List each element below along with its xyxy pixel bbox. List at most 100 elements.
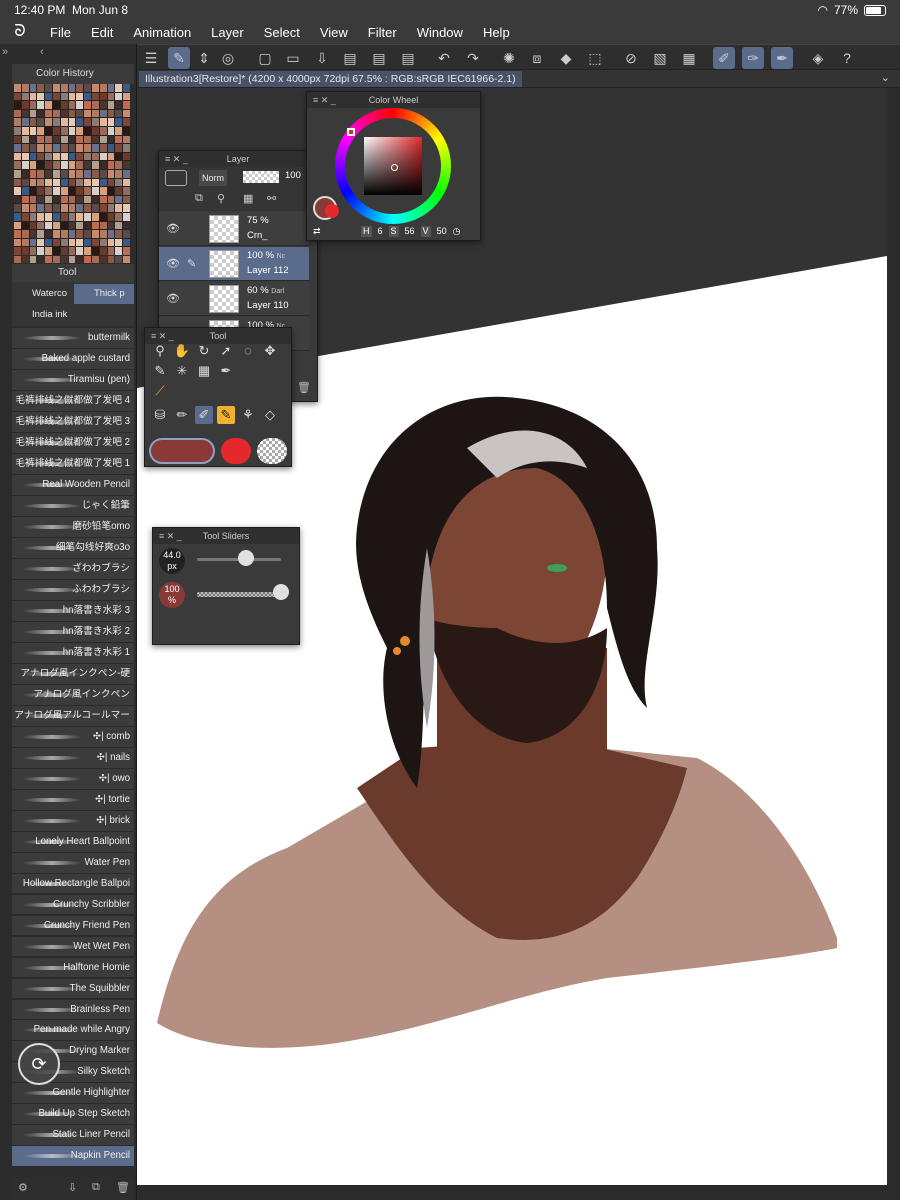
brush-list-item[interactable]: 毛裤排线之僦都做了发吧 2 xyxy=(12,432,134,454)
color-history-swatch[interactable] xyxy=(123,126,130,135)
color-history-swatch[interactable] xyxy=(68,144,76,152)
brush-list-item[interactable]: buttermilk xyxy=(12,328,134,349)
brush-list-item[interactable]: 毛裤排线之僦都做了发吧 3 xyxy=(12,411,134,433)
color-history-swatch[interactable] xyxy=(21,221,29,230)
color-history-swatch[interactable] xyxy=(92,169,99,178)
g-pen-tool-icon[interactable]: ✎ xyxy=(217,406,235,424)
subtool-india-ink[interactable]: India ink xyxy=(12,305,72,325)
color-history-swatch[interactable] xyxy=(68,169,76,178)
color-history-swatch[interactable] xyxy=(123,195,130,204)
color-history-swatch[interactable] xyxy=(21,230,29,238)
color-history-swatch[interactable] xyxy=(53,212,60,221)
color-history-swatch[interactable] xyxy=(29,169,37,178)
brush-pen-icon[interactable]: ✐ xyxy=(713,47,735,69)
brush-list-item[interactable]: ✣| tortie xyxy=(12,789,134,811)
color-history-swatch[interactable] xyxy=(92,238,99,247)
color-history-swatch[interactable] xyxy=(107,221,115,230)
color-history-swatch[interactable] xyxy=(99,135,107,144)
color-history-swatch[interactable] xyxy=(60,221,68,230)
brush-list-item[interactable]: hn落書き水彩 2 xyxy=(12,621,134,643)
color-history-swatch[interactable] xyxy=(115,178,123,187)
show-selection-icon[interactable]: ▦ xyxy=(678,47,700,69)
new-file-icon[interactable]: ▢ xyxy=(254,47,276,69)
brush-list-item[interactable]: Lonely Heart Ballpoint xyxy=(12,831,134,853)
color-history-header[interactable]: Color History xyxy=(12,64,134,84)
move-icon[interactable]: ✥ xyxy=(261,342,279,360)
color-history-swatch[interactable] xyxy=(45,204,52,212)
color-history-swatch[interactable] xyxy=(60,109,68,118)
color-history-swatch[interactable] xyxy=(53,247,60,255)
color-history-swatch[interactable] xyxy=(76,161,84,169)
color-history-swatch[interactable] xyxy=(14,221,21,230)
color-history-swatch[interactable] xyxy=(115,221,123,230)
color-history-swatch[interactable] xyxy=(45,221,52,230)
tool-tab-bar[interactable]: Tool xyxy=(12,264,134,282)
color-history-swatch[interactable] xyxy=(107,204,115,212)
color-history-swatch[interactable] xyxy=(68,92,76,101)
color-history-swatch[interactable] xyxy=(53,195,60,204)
color-history-swatch[interactable] xyxy=(60,84,68,92)
color-history-swatch[interactable] xyxy=(123,204,130,212)
color-history-swatch[interactable] xyxy=(107,178,115,187)
color-history-swatch[interactable] xyxy=(37,118,45,126)
color-history-swatch[interactable] xyxy=(21,126,29,135)
color-history-swatch[interactable] xyxy=(115,101,123,109)
color-history-swatch[interactable] xyxy=(37,230,45,238)
color-history-swatch[interactable] xyxy=(84,178,91,187)
color-history-swatch[interactable] xyxy=(115,161,123,169)
color-history-swatch[interactable] xyxy=(92,178,99,187)
lasso-icon[interactable]: ◌ xyxy=(239,342,257,360)
color-history-swatch[interactable] xyxy=(53,169,60,178)
opacity-slider[interactable] xyxy=(243,171,279,183)
color-history-swatch[interactable] xyxy=(60,195,68,204)
swap-icon[interactable]: ⇄ xyxy=(313,226,335,237)
sub-color-swatch[interactable] xyxy=(325,204,339,218)
color-history-swatch[interactable] xyxy=(123,212,130,221)
pencil-tool-icon[interactable]: ✐ xyxy=(195,406,213,424)
color-history-swatch[interactable] xyxy=(84,221,91,230)
color-history-swatch[interactable] xyxy=(68,101,76,109)
color-history-swatch[interactable] xyxy=(115,144,123,152)
color-history-swatch[interactable] xyxy=(115,187,123,195)
color-history-swatch[interactable] xyxy=(92,221,99,230)
color-history-swatch[interactable] xyxy=(92,144,99,152)
color-history-swatch[interactable] xyxy=(76,187,84,195)
color-history-swatch[interactable] xyxy=(53,101,60,109)
trash-icon[interactable]: 🗑 xyxy=(116,1181,130,1194)
color-history-swatch[interactable] xyxy=(37,109,45,118)
brush-list-item[interactable]: Halftone Homie xyxy=(12,957,134,979)
color-history-swatch[interactable] xyxy=(53,84,60,92)
color-history-swatch[interactable] xyxy=(21,212,29,221)
color-history-swatch[interactable] xyxy=(29,144,37,152)
brush-line-icon[interactable]: ✒ xyxy=(771,47,793,69)
color-history-swatch[interactable] xyxy=(84,212,91,221)
color-history-swatch[interactable] xyxy=(115,92,123,101)
fill-icon[interactable]: ◆ xyxy=(555,47,577,69)
color-history-swatch[interactable] xyxy=(92,161,99,169)
color-history-swatch[interactable] xyxy=(14,187,21,195)
color-history-swatch[interactable] xyxy=(14,152,21,161)
back-arrow-icon[interactable]: ‹ xyxy=(40,46,44,58)
color-history-swatch[interactable] xyxy=(14,101,21,109)
color-history-swatch[interactable] xyxy=(45,178,52,187)
color-history-swatch[interactable] xyxy=(123,135,130,144)
color-history-swatch[interactable] xyxy=(45,84,52,92)
color-history-swatch[interactable] xyxy=(68,204,76,212)
color-history-swatch[interactable] xyxy=(115,255,123,264)
color-history-swatch[interactable] xyxy=(60,161,68,169)
color-history-swatch[interactable] xyxy=(99,126,107,135)
brush-list-item[interactable]: 毛裤排线之僦都做了发吧 4 xyxy=(12,390,134,412)
color-history-swatch[interactable] xyxy=(76,135,84,144)
clear-icon[interactable]: ⧈ xyxy=(526,47,548,69)
color-history-swatch[interactable] xyxy=(45,118,52,126)
color-history-swatch[interactable] xyxy=(21,255,29,264)
color-history-swatch[interactable] xyxy=(123,187,130,195)
color-history-swatch[interactable] xyxy=(29,161,37,169)
color-history-swatch[interactable] xyxy=(14,195,21,204)
color-history-swatch[interactable] xyxy=(92,187,99,195)
color-history-swatch[interactable] xyxy=(29,109,37,118)
color-history-swatch[interactable] xyxy=(92,118,99,126)
color-history-swatch[interactable] xyxy=(21,135,29,144)
color-history-swatch[interactable] xyxy=(29,247,37,255)
transparent-color-chip[interactable] xyxy=(257,438,287,464)
